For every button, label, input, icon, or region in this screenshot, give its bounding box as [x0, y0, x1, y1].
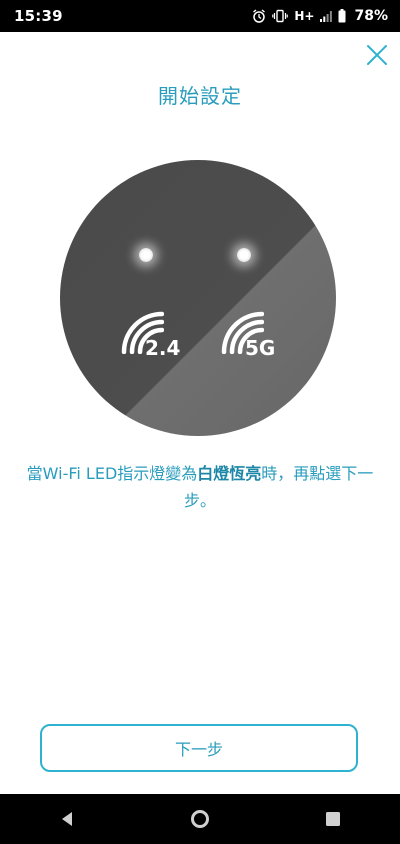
- page-title: 開始設定: [158, 84, 242, 108]
- instruction-part1: 當Wi-Fi LED指示燈變為: [26, 464, 198, 483]
- back-button[interactable]: [37, 794, 97, 844]
- network-type: H+: [294, 9, 315, 23]
- instruction-text: 當Wi-Fi LED指示燈變為白燈恆亮時，再點選下一步。: [22, 460, 378, 514]
- router-illustration: 2.4 5G: [60, 160, 336, 436]
- recents-icon: [326, 812, 341, 826]
- signal-icon: [320, 11, 333, 22]
- band-5ghz-label: 5G: [245, 336, 276, 360]
- led-5ghz: [237, 248, 251, 262]
- system-nav-bar: [0, 794, 400, 844]
- home-icon: [190, 810, 209, 828]
- status-time: 15:39: [14, 7, 63, 25]
- band-24ghz-label: 2.4: [145, 336, 181, 360]
- instruction-emphasis: 白燈恆亮: [197, 464, 262, 483]
- alarm-icon: [253, 9, 266, 23]
- back-icon: [61, 812, 72, 826]
- status-bar: 15:39 H+ 78%: [0, 0, 400, 32]
- next-button[interactable]: 下一步: [40, 724, 358, 772]
- battery-percentage: 78%: [354, 8, 388, 24]
- status-icons: H+ 78%: [252, 8, 388, 24]
- close-button[interactable]: [364, 42, 390, 68]
- vibrate-icon: [272, 9, 289, 23]
- close-icon: [367, 45, 387, 65]
- recents-button[interactable]: [303, 794, 363, 844]
- led-24ghz: [139, 248, 153, 262]
- battery-icon: [338, 9, 346, 23]
- home-button[interactable]: [170, 794, 230, 844]
